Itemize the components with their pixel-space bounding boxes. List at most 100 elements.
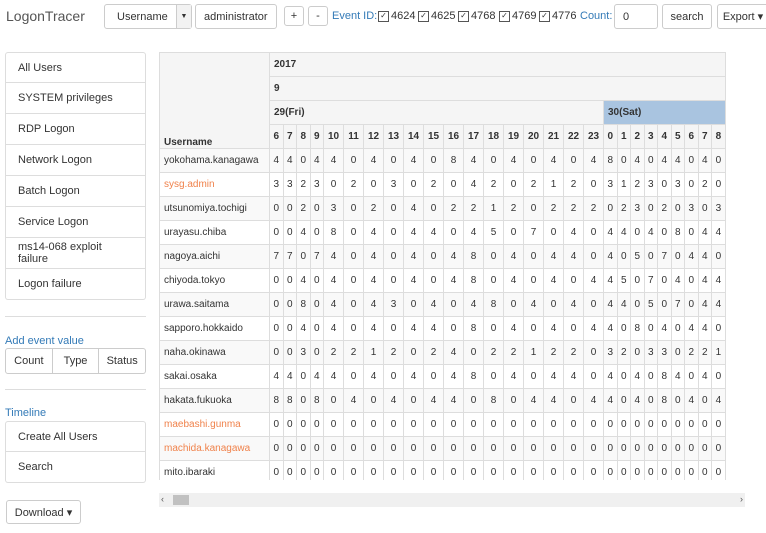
- day-header-sat: 30(Sat): [603, 100, 726, 125]
- count-cell: 4: [697, 316, 712, 341]
- count-cell: 0: [343, 436, 364, 461]
- sidebar-item-network-logon[interactable]: Network Logon: [5, 145, 146, 176]
- count-input[interactable]: 0: [614, 4, 658, 29]
- event-4624-checkbox[interactable]: ✓ 4624: [378, 10, 415, 22]
- count-cell: 4: [603, 268, 618, 293]
- count-cell: 4: [697, 292, 712, 317]
- count-cell: 0: [616, 388, 631, 413]
- count-cell: 0: [423, 364, 444, 389]
- username-cell[interactable]: machida.kanagawa: [159, 436, 270, 461]
- count-cell: 3: [383, 172, 404, 197]
- count-cell: 4: [296, 268, 311, 293]
- username-cell[interactable]: chiyoda.tokyo: [159, 268, 270, 293]
- count-cell: 0: [657, 436, 672, 461]
- username-column-header: Username: [159, 52, 270, 149]
- event-4776-checkbox[interactable]: ✓ 4776: [539, 10, 576, 22]
- status-button[interactable]: Status: [99, 348, 147, 374]
- count-cell: 4: [697, 148, 712, 173]
- timeline-search-item[interactable]: Search: [5, 452, 146, 483]
- event-4625-checkbox[interactable]: ✓ 4625: [418, 10, 455, 22]
- count-cell: 1: [523, 340, 544, 365]
- horizontal-scrollbar[interactable]: ‹ ›: [159, 493, 745, 507]
- add-event-value-title: Add event value: [5, 335, 84, 347]
- sidebar-divider: [5, 316, 146, 317]
- type-button[interactable]: Type: [52, 348, 100, 374]
- sidebar-item-system-privileges[interactable]: SYSTEM privileges: [5, 83, 146, 114]
- count-cell: 0: [697, 196, 712, 221]
- count-cell: 2: [616, 340, 631, 365]
- username-cell[interactable]: hakata.fukuoka: [159, 388, 270, 413]
- search-value-input[interactable]: administrator: [195, 4, 277, 29]
- download-dropdown-button[interactable]: Download ▾: [6, 500, 81, 524]
- count-cell: 0: [583, 364, 604, 389]
- count-cell: 0: [483, 148, 504, 173]
- count-cell: 0: [643, 364, 658, 389]
- count-cell: 4: [711, 220, 726, 245]
- event-4768-checkbox[interactable]: ✓ 4768: [458, 10, 495, 22]
- username-cell[interactable]: naha.okinawa: [159, 340, 270, 365]
- hour-header: 5: [670, 124, 685, 149]
- username-cell[interactable]: nagoya.aichi: [159, 244, 270, 269]
- username-cell[interactable]: yokohama.kanagawa: [159, 148, 270, 173]
- count-cell: 4: [269, 364, 284, 389]
- search-type-select[interactable]: Username ▼: [104, 4, 192, 29]
- username-cell[interactable]: sakai.osaka: [159, 364, 270, 389]
- count-cell: 0: [323, 436, 344, 461]
- create-all-users-item[interactable]: Create All Users: [5, 421, 146, 452]
- username-cell[interactable]: utsunomiya.tochigi: [159, 196, 270, 221]
- count-cell: 1: [543, 172, 564, 197]
- scrollbar-thumb[interactable]: [173, 495, 189, 505]
- sidebar-item-batch-logon[interactable]: Batch Logon: [5, 176, 146, 207]
- count-cell: 0: [643, 388, 658, 413]
- count-cell: 0: [711, 316, 726, 341]
- username-cell[interactable]: sapporo.hokkaido: [159, 316, 270, 341]
- sidebar-item-all-users[interactable]: All Users: [5, 52, 146, 83]
- event-4769-checkbox[interactable]: ✓ 4769: [499, 10, 536, 22]
- hour-header: 8: [296, 124, 311, 149]
- count-cell: 4: [282, 148, 297, 173]
- count-cell: 2: [523, 172, 544, 197]
- count-cell: 0: [343, 460, 364, 480]
- username-cell[interactable]: mito.ibaraki: [159, 460, 270, 480]
- sidebar-item-ms14-068[interactable]: ms14-068 exploit failure: [5, 238, 146, 269]
- username-cell[interactable]: urawa.saitama: [159, 292, 270, 317]
- count-cell: 3: [684, 196, 699, 221]
- count-cell: 0: [503, 436, 524, 461]
- count-cell: 2: [563, 196, 584, 221]
- scroll-right-arrow-icon[interactable]: ›: [740, 494, 743, 504]
- count-cell: 3: [323, 196, 344, 221]
- sidebar-item-logon-failure[interactable]: Logon failure: [5, 269, 146, 300]
- add-search-button[interactable]: +: [284, 6, 304, 26]
- hour-header: 13: [383, 124, 404, 149]
- count-cell: 7: [282, 244, 297, 269]
- username-cell[interactable]: maebashi.gunma: [159, 412, 270, 437]
- scroll-left-arrow-icon[interactable]: ‹: [161, 494, 164, 504]
- remove-search-button[interactable]: -: [308, 6, 328, 26]
- search-button[interactable]: search: [662, 4, 712, 29]
- sidebar-item-rdp-logon[interactable]: RDP Logon: [5, 114, 146, 145]
- count-cell: 0: [269, 268, 284, 293]
- username-cell[interactable]: urayasu.chiba: [159, 220, 270, 245]
- count-cell: 8: [463, 244, 484, 269]
- count-cell: 0: [282, 460, 297, 480]
- sidebar-item-service-logon[interactable]: Service Logon: [5, 207, 146, 238]
- count-button[interactable]: Count: [5, 348, 53, 374]
- table-row: yokohama.kanagawa 4 4 0 4 4 0 4 0 4 0 8 4 0 4 0 4 0 4 8 0 4 0 4…: [159, 148, 726, 173]
- hour-header: 0: [603, 124, 618, 149]
- count-cell: 0: [543, 412, 564, 437]
- count-cell: 2: [443, 196, 464, 221]
- count-cell: 0: [670, 460, 685, 480]
- export-dropdown-button[interactable]: Export ▾: [717, 4, 766, 29]
- count-cell: 8: [463, 364, 484, 389]
- count-cell: 2: [616, 196, 631, 221]
- username-cell[interactable]: sysg.admin: [159, 172, 270, 197]
- count-cell: 0: [463, 340, 484, 365]
- count-cell: 0: [343, 220, 364, 245]
- count-cell: 0: [543, 460, 564, 480]
- table-row: maebashi.gunma 0 0 0 0 0 0 0 0 0 0 0 0 0 0 0 0 0 0 0 0 0 0 0 0 0 0…: [159, 412, 726, 437]
- count-cell: 4: [363, 364, 384, 389]
- count-cell: 0: [630, 340, 645, 365]
- count-cell: 2: [503, 340, 524, 365]
- count-cell: 0: [616, 436, 631, 461]
- count-cell: 0: [282, 316, 297, 341]
